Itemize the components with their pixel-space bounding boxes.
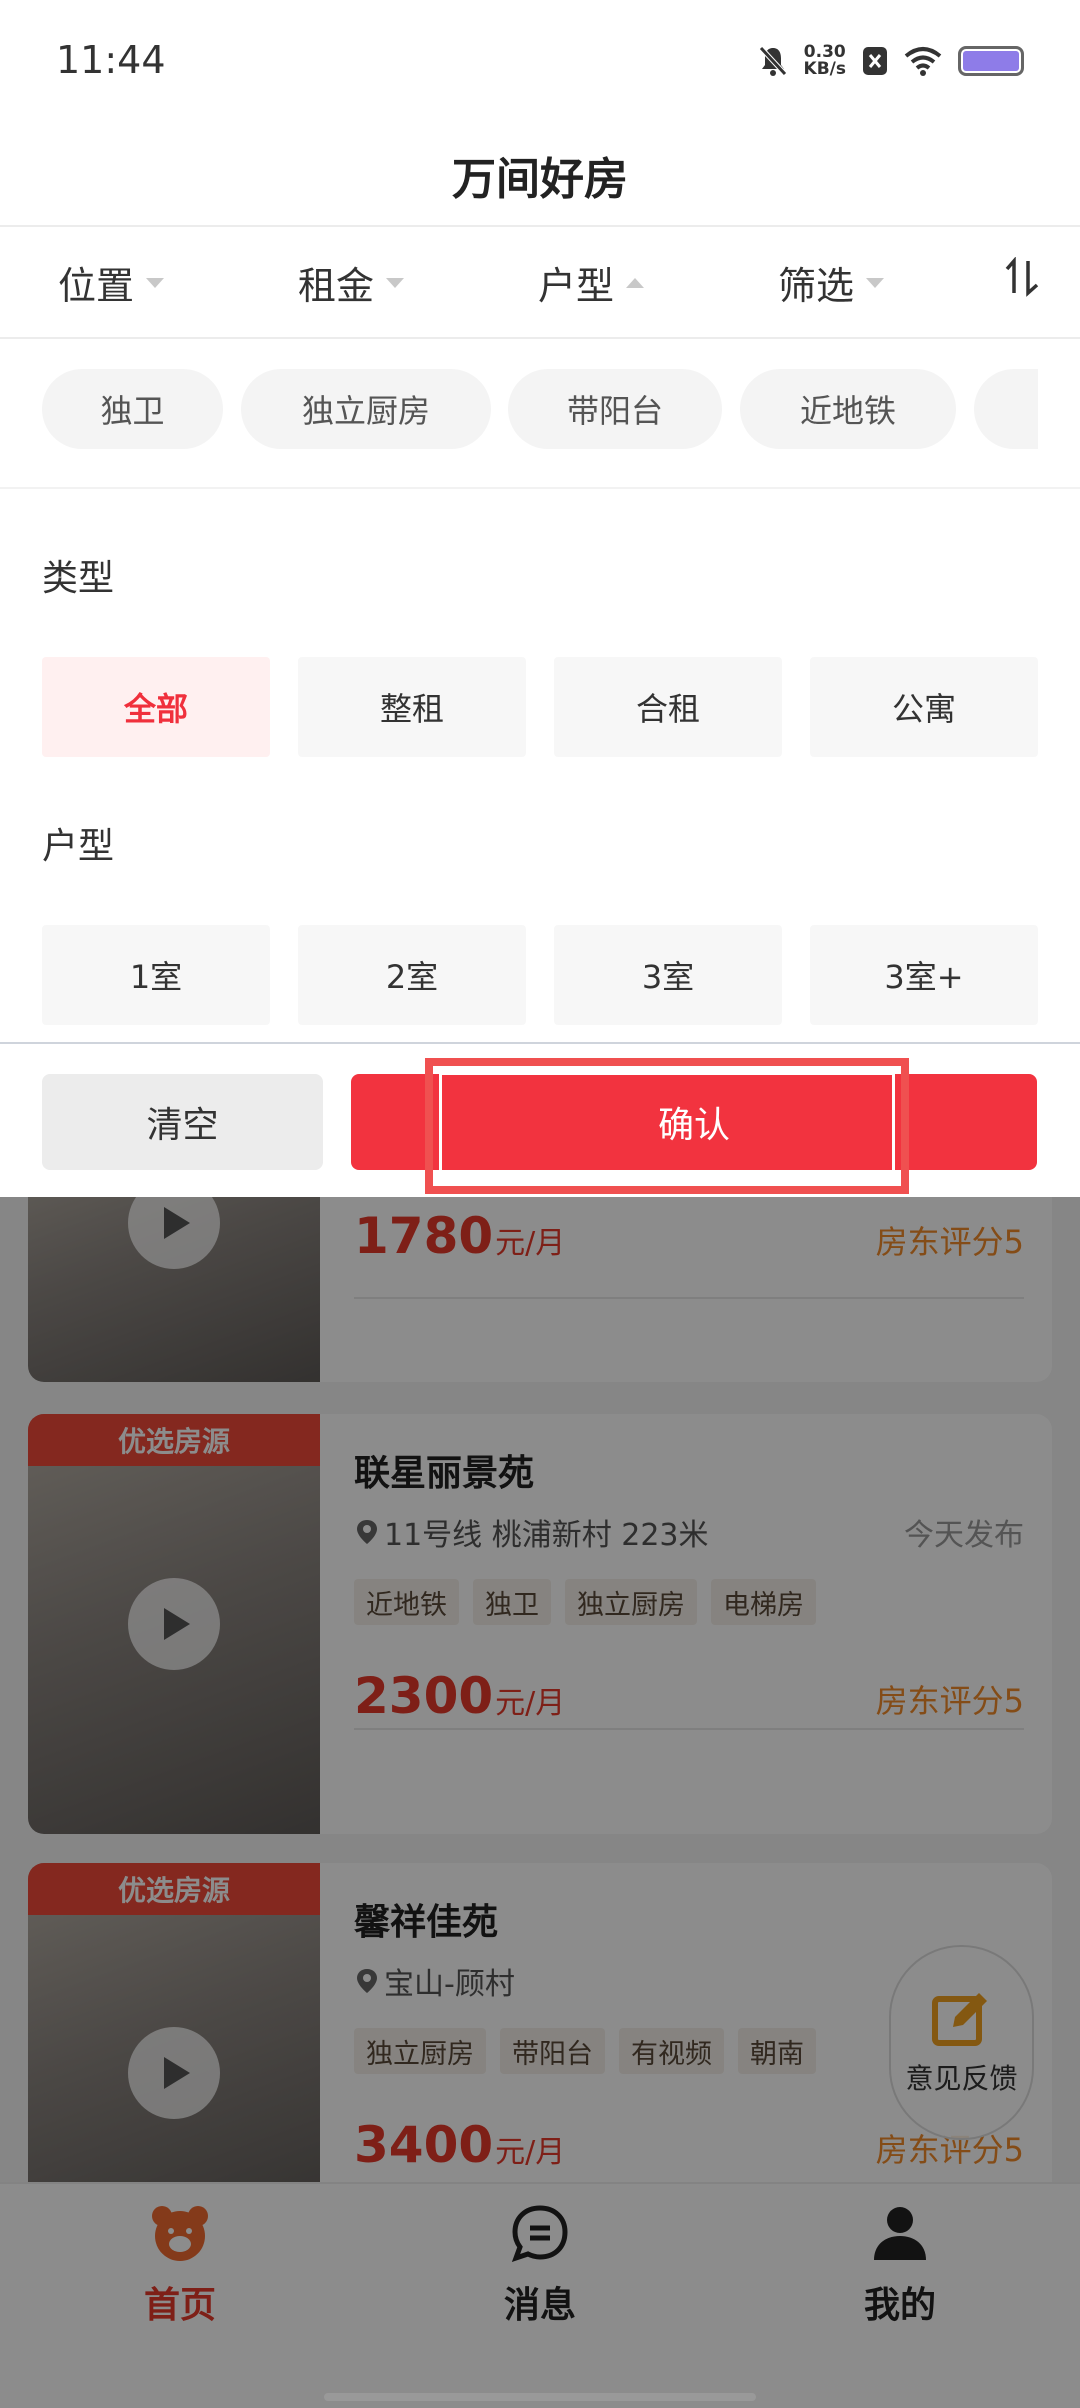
layout-heading: 户型 [42,826,115,867]
option-type-whole[interactable]: 整租 [298,657,526,757]
tab-rent[interactable]: 租金 [298,255,405,310]
modal-dim-overlay[interactable] [0,1197,1080,2408]
tab-location-label: 位置 [58,264,135,308]
confirm-button[interactable]: 确认 [351,1074,1037,1170]
option-3-plus-rooms[interactable]: 3室+ [810,925,1038,1025]
caret-up-icon [626,277,645,288]
status-bar: 11:44 0.30 KB/s [0,0,1080,125]
sim-disabled-icon [863,47,887,75]
chip-balcony[interactable]: 带阳台 [508,369,722,449]
filter-tab-bar: 位置 租金 户型 筛选 [0,225,1080,339]
sort-icon[interactable] [1004,257,1040,297]
option-type-all[interactable]: 全部 [42,657,270,757]
tab-rent-label: 租金 [298,264,375,308]
app-header: 万间好房 [0,125,1080,225]
clear-button[interactable]: 清空 [42,1074,323,1170]
tab-filter-label: 筛选 [778,264,855,308]
wifi-icon [904,47,942,76]
tab-filter[interactable]: 筛选 [778,255,885,310]
option-1-room[interactable]: 1室 [42,925,270,1025]
quick-filter-chips: 独卫 独立厨房 带阳台 近地铁 [0,339,1080,489]
type-heading: 类型 [42,558,115,599]
option-3-rooms[interactable]: 3室 [554,925,782,1025]
chip-partial[interactable] [974,369,1038,449]
status-time: 11:44 [56,38,166,82]
tab-location[interactable]: 位置 [58,255,165,310]
option-type-shared[interactable]: 合租 [554,657,782,757]
chip-near-subway[interactable]: 近地铁 [740,369,956,449]
home-indicator[interactable] [324,2393,756,2401]
page-title: 万间好房 [452,154,628,205]
battery-icon [958,46,1024,76]
filter-action-bar: 清空 确认 [0,1042,1080,1197]
tab-layout[interactable]: 户型 [538,255,645,310]
chip-strip: 独卫 独立厨房 带阳台 近地铁 [42,369,1038,449]
caret-down-icon [866,277,885,288]
network-speed: 0.30 KB/s [804,44,846,78]
caret-down-icon [386,277,405,288]
status-icons: 0.30 KB/s [758,38,1024,84]
bell-muted-icon [758,46,787,76]
tab-layout-label: 户型 [538,264,615,308]
caret-down-icon [146,277,165,288]
option-type-apartment[interactable]: 公寓 [810,657,1038,757]
option-2-rooms[interactable]: 2室 [298,925,526,1025]
chip-private-bath[interactable]: 独卫 [42,369,223,449]
layout-filter-panel: 类型 全部 整租 合租 公寓 户型 1室 2室 3室 3室+ [0,489,1080,1042]
chip-private-kitchen[interactable]: 独立厨房 [241,369,491,449]
net-speed-unit: KB/s [803,59,846,79]
